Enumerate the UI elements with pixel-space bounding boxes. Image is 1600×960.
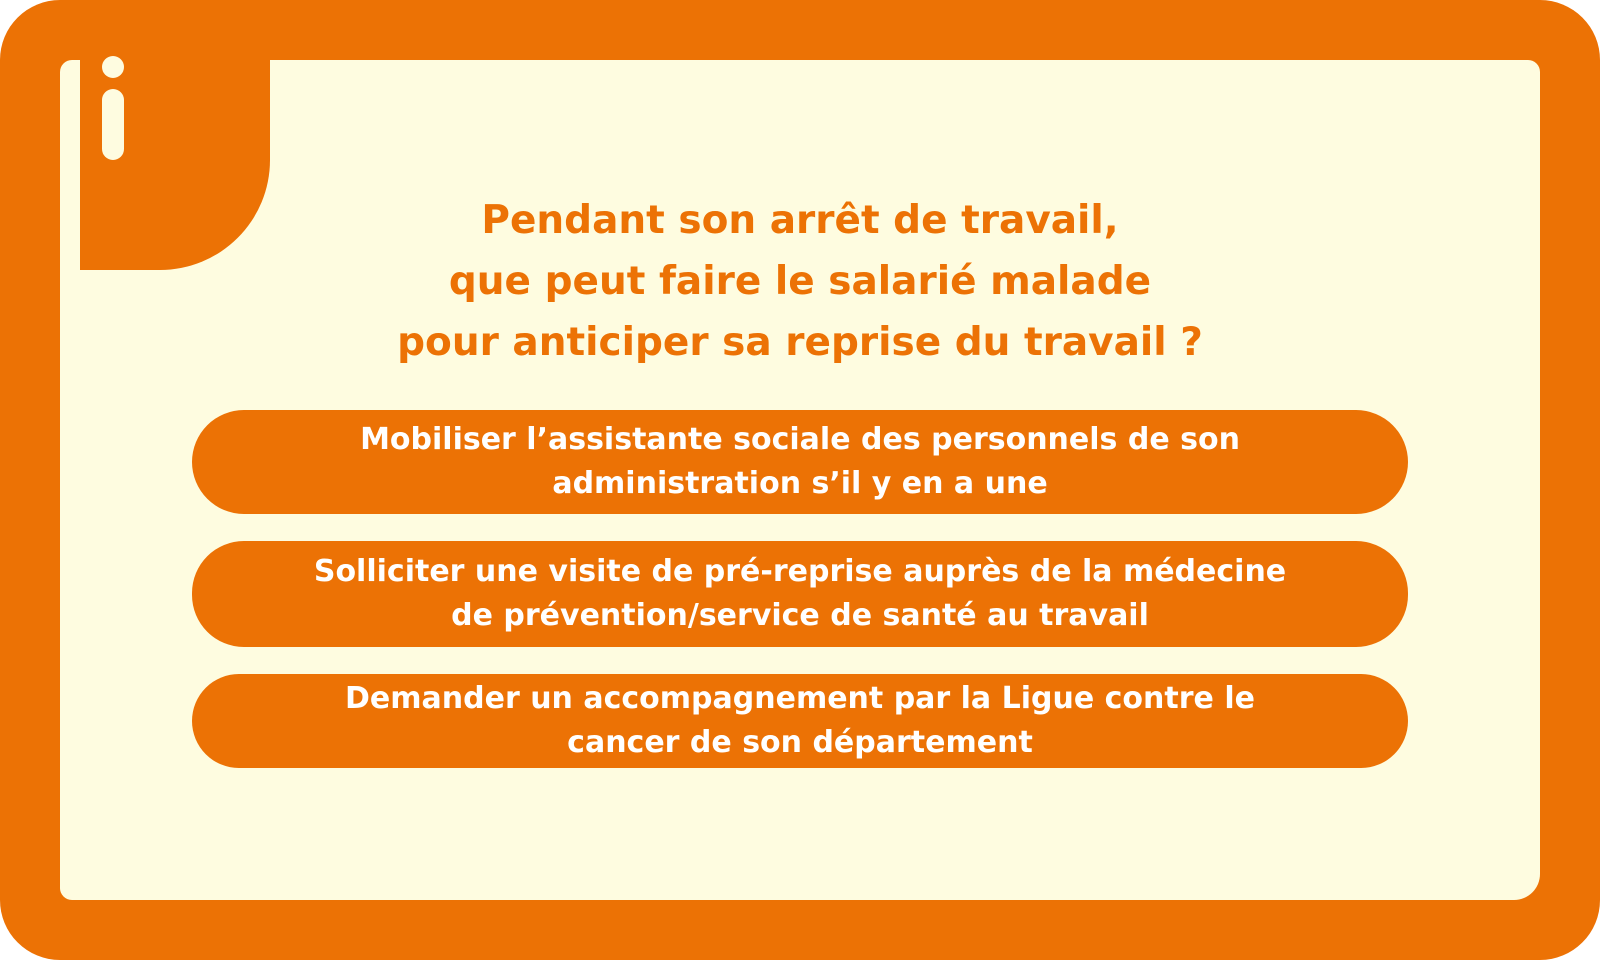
info-icon-stem [102, 89, 124, 160]
info-icon-dot [102, 56, 124, 78]
action-item-label: Solliciter une visite de pré-reprise aup… [313, 554, 1287, 633]
info-card: Pendant son arrêt de travail, que peut f… [0, 0, 1600, 960]
question-title: Pendant son arrêt de travail, que peut f… [397, 198, 1203, 365]
action-item: Mobiliser l’assistante sociale des perso… [192, 410, 1408, 514]
info-icon [102, 56, 124, 160]
action-item: Solliciter une visite de pré-reprise aup… [192, 541, 1408, 647]
action-item-label: Demander un accompagnement par la Ligue … [345, 681, 1255, 760]
action-item: Demander un accompagnement par la Ligue … [192, 674, 1408, 768]
action-item-label: Mobiliser l’assistante sociale des perso… [360, 422, 1240, 501]
